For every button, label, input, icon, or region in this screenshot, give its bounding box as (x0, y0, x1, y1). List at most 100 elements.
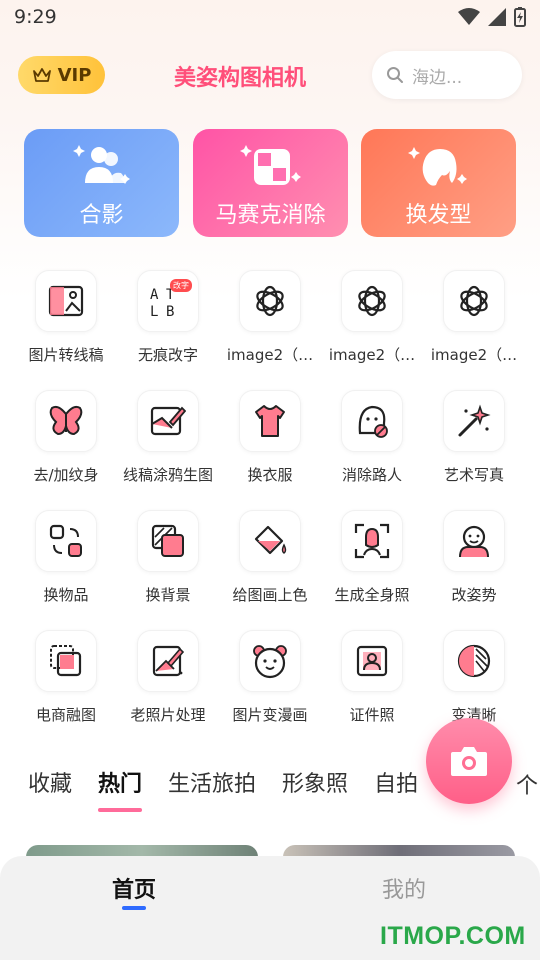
tool-icon-box (239, 390, 301, 452)
tool-text-edit[interactable]: ATLB 改字 无痕改字 (117, 270, 219, 390)
svg-text:A: A (150, 287, 159, 303)
tool-label: 给图画上色 (232, 586, 308, 604)
tab-selfie[interactable]: 自拍 (374, 766, 418, 798)
feature-card-hairstyle[interactable]: 换发型 (361, 129, 516, 237)
tool-image2[interactable]: image2（… (423, 270, 525, 390)
pose-icon (459, 525, 489, 558)
tool-clothes[interactable]: 换衣服 (219, 390, 321, 510)
signal-icon (488, 8, 506, 26)
tool-icon-box (239, 510, 301, 572)
tool-icon-box (341, 270, 403, 332)
tool-swap-object[interactable]: 换物品 (15, 510, 117, 630)
tool-label: image2（… (328, 346, 416, 364)
tool-colorize[interactable]: 给图画上色 (219, 510, 321, 630)
tab-favorites[interactable]: 收藏 (28, 766, 72, 798)
tool-icon-box (341, 630, 403, 692)
tool-label: 图片转线稿 (28, 346, 104, 364)
tab-popular[interactable]: 热门 (98, 766, 143, 812)
tool-label: 图片变漫画 (232, 706, 308, 724)
tool-icon-box (443, 510, 505, 572)
camera-button[interactable] (426, 718, 512, 804)
tool-icon-box (443, 270, 505, 332)
line-art-icon (48, 285, 84, 317)
tab-more[interactable]: 个 (516, 768, 538, 800)
full-body-icon (354, 523, 390, 559)
tool-doodle[interactable]: 线稿涂鸦生图 (117, 390, 219, 510)
tool-icon-box (239, 630, 301, 692)
swap-object-icon (49, 524, 82, 557)
tool-tattoo[interactable]: 去/加纹身 (15, 390, 117, 510)
tool-icon-box (35, 270, 97, 332)
vip-label: VIP (57, 64, 92, 86)
tool-badge: 改字 (170, 279, 192, 292)
merge-icon (50, 645, 82, 677)
tool-image2[interactable]: image2（… (219, 270, 321, 390)
search-icon (387, 67, 403, 83)
tool-label: 换衣服 (247, 466, 293, 484)
tool-label: 电商融图 (35, 706, 96, 724)
app-title: 美姿构图相机 (173, 66, 306, 91)
ai-knot-icon (460, 285, 488, 317)
feature-card-group-photo[interactable]: 合影 (24, 129, 179, 237)
search-placeholder: 海边... (412, 67, 463, 88)
feature-card-label: 换发型 (405, 203, 472, 228)
doodle-icon (150, 406, 186, 436)
tool-label: 改姿势 (451, 586, 497, 604)
nav-home[interactable]: 首页 (112, 872, 156, 910)
crown-icon (32, 68, 51, 82)
tool-image2[interactable]: image2（… (321, 270, 423, 390)
search-input[interactable]: 海边... (372, 51, 522, 99)
tab-portrait[interactable]: 形象照 (282, 766, 348, 798)
status-time: 9:29 (14, 6, 57, 28)
tool-icon-box (35, 390, 97, 452)
tool-old-photo[interactable]: 老照片处理 (117, 630, 219, 750)
tool-icon-box (137, 390, 199, 452)
feature-card-mosaic[interactable]: 马赛克消除 (193, 129, 348, 237)
camera-icon (451, 747, 487, 776)
paint-bucket-icon (254, 525, 287, 555)
tool-row: 换物品 换背景 给图画上色 生成全身照 改姿势 (15, 510, 525, 630)
id-photo-icon (356, 645, 388, 677)
wifi-icon (458, 8, 480, 25)
tool-label: 艺术写真 (443, 466, 504, 484)
tool-icon-box: ATLB 改字 (137, 270, 199, 332)
tool-label: 换背景 (145, 586, 191, 604)
tool-icon-box (341, 390, 403, 452)
tool-icon-box (443, 390, 505, 452)
tool-remove-person[interactable]: 消除路人 (321, 390, 423, 510)
tool-pose[interactable]: 改姿势 (423, 510, 525, 630)
butterfly-icon (49, 405, 83, 436)
group-photo-icon (72, 145, 130, 184)
svg-text:B: B (166, 304, 174, 319)
old-photo-icon (152, 645, 185, 677)
tool-label: 证件照 (349, 706, 395, 724)
vip-button[interactable]: VIP (18, 56, 105, 94)
tool-background[interactable]: 换背景 (117, 510, 219, 630)
tool-art-portrait[interactable]: 艺术写真 (423, 390, 525, 510)
tool-comic[interactable]: 图片变漫画 (219, 630, 321, 750)
tool-icon-box (137, 510, 199, 572)
feature-card-label: 合影 (79, 203, 124, 228)
feature-card-label: 马赛克消除 (215, 203, 326, 228)
tool-grid: 图片转线稿 ATLB 改字 无痕改字 image2（… image2（… ima… (15, 270, 525, 750)
tool-label: 消除路人 (341, 466, 402, 484)
tool-row: 去/加纹身 线稿涂鸦生图 换衣服 消除路人 艺术写真 (15, 390, 525, 510)
tool-icon-box (239, 270, 301, 332)
tool-row: 图片转线稿 ATLB 改字 无痕改字 image2（… image2（… ima… (15, 270, 525, 390)
ai-knot-icon (256, 285, 284, 317)
tool-ecommerce-merge[interactable]: 电商融图 (15, 630, 117, 750)
tool-label: 生成全身照 (334, 586, 410, 604)
watermark: ITMOP.COM (380, 922, 526, 950)
tool-label: 老照片处理 (130, 706, 206, 724)
tool-icon-box (443, 630, 505, 692)
tool-full-body[interactable]: 生成全身照 (321, 510, 423, 630)
tool-line-art[interactable]: 图片转线稿 (15, 270, 117, 390)
nav-mine[interactable]: 我的 (382, 872, 426, 904)
status-bar: 9:29 (0, 0, 540, 36)
tool-label: 换物品 (43, 586, 89, 604)
tab-travel[interactable]: 生活旅拍 (168, 766, 256, 798)
ai-knot-icon (358, 285, 386, 317)
tool-label: image2（… (430, 346, 518, 364)
tool-label: image2（… (226, 346, 314, 364)
tool-id-photo[interactable]: 证件照 (321, 630, 423, 750)
